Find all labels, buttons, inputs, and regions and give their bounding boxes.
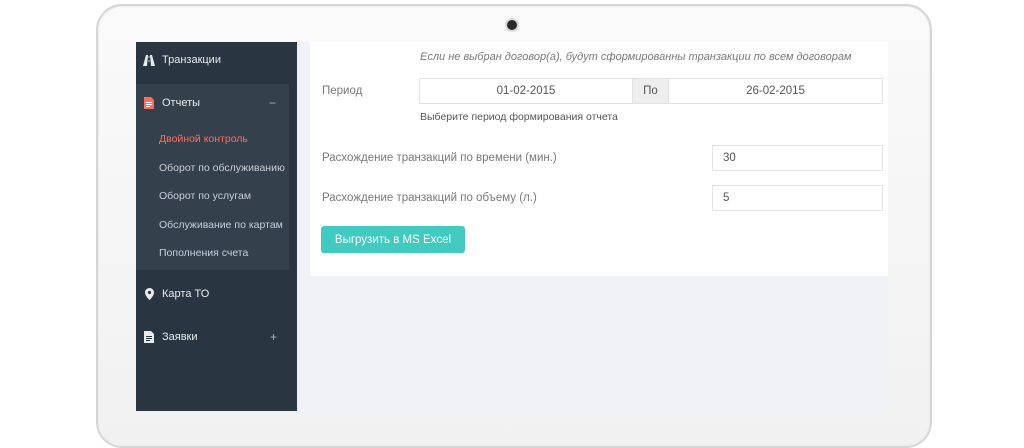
road-icon xyxy=(142,54,156,66)
sidebar-item-label: Транзакции xyxy=(162,54,221,66)
period-label: Период xyxy=(322,85,363,97)
sidebar-item-reports[interactable]: Отчеты − xyxy=(136,87,289,119)
period-help: Выберите период формирования отчета xyxy=(420,111,618,123)
submenu-item-service-turnover[interactable]: Оборот по обслуживанию xyxy=(159,162,285,174)
submenu-item-account-topups[interactable]: Пополнения счета xyxy=(159,247,248,259)
document-icon xyxy=(142,331,156,343)
sidebar-item-transactions[interactable]: Транзакции xyxy=(136,44,297,76)
sidebar-item-requests[interactable]: Заявки + xyxy=(136,321,297,353)
date-separator: По xyxy=(632,78,669,104)
expand-icon[interactable]: + xyxy=(270,330,277,344)
date-from-input[interactable]: 01-02-2015 xyxy=(419,78,633,104)
sidebar-item-label: Отчеты xyxy=(162,97,201,109)
sidebar-item-label: Карта ТО xyxy=(162,288,210,300)
camera-icon xyxy=(507,20,517,30)
contract-hint: Если не выбран договор(а), будут сформир… xyxy=(420,51,852,63)
submenu-item-double-control[interactable]: Двойной контроль xyxy=(159,133,248,145)
collapse-icon[interactable]: − xyxy=(269,96,276,110)
file-icon xyxy=(142,97,156,109)
date-to-input[interactable]: 26-02-2015 xyxy=(668,78,883,104)
sidebar-item-map[interactable]: Карта ТО xyxy=(136,278,297,310)
sidebar-item-label: Заявки xyxy=(162,331,198,343)
volume-diff-label: Расхождение транзакций по объему (л.) xyxy=(322,192,537,204)
map-marker-icon xyxy=(142,288,156,300)
screen: Транзакции Отчеты − Двойной контроль Обо… xyxy=(136,42,888,411)
submenu-item-card-service[interactable]: Обслуживание по картам xyxy=(159,219,283,231)
volume-diff-input[interactable]: 5 xyxy=(712,185,883,211)
reports-section: Отчеты − Двойной контроль Оборот по обсл… xyxy=(136,84,289,270)
sidebar: Транзакции Отчеты − Двойной контроль Обо… xyxy=(136,42,297,411)
export-excel-button[interactable]: Выгрузить в MS Excel xyxy=(321,226,465,253)
submenu-item-services-turnover[interactable]: Оборот по услугам xyxy=(159,190,251,202)
report-form-panel: Если не выбран договор(а), будут сформир… xyxy=(310,42,888,276)
time-diff-input[interactable]: 30 xyxy=(712,145,883,171)
time-diff-label: Расхождение транзакций по времени (мин.) xyxy=(322,152,557,164)
